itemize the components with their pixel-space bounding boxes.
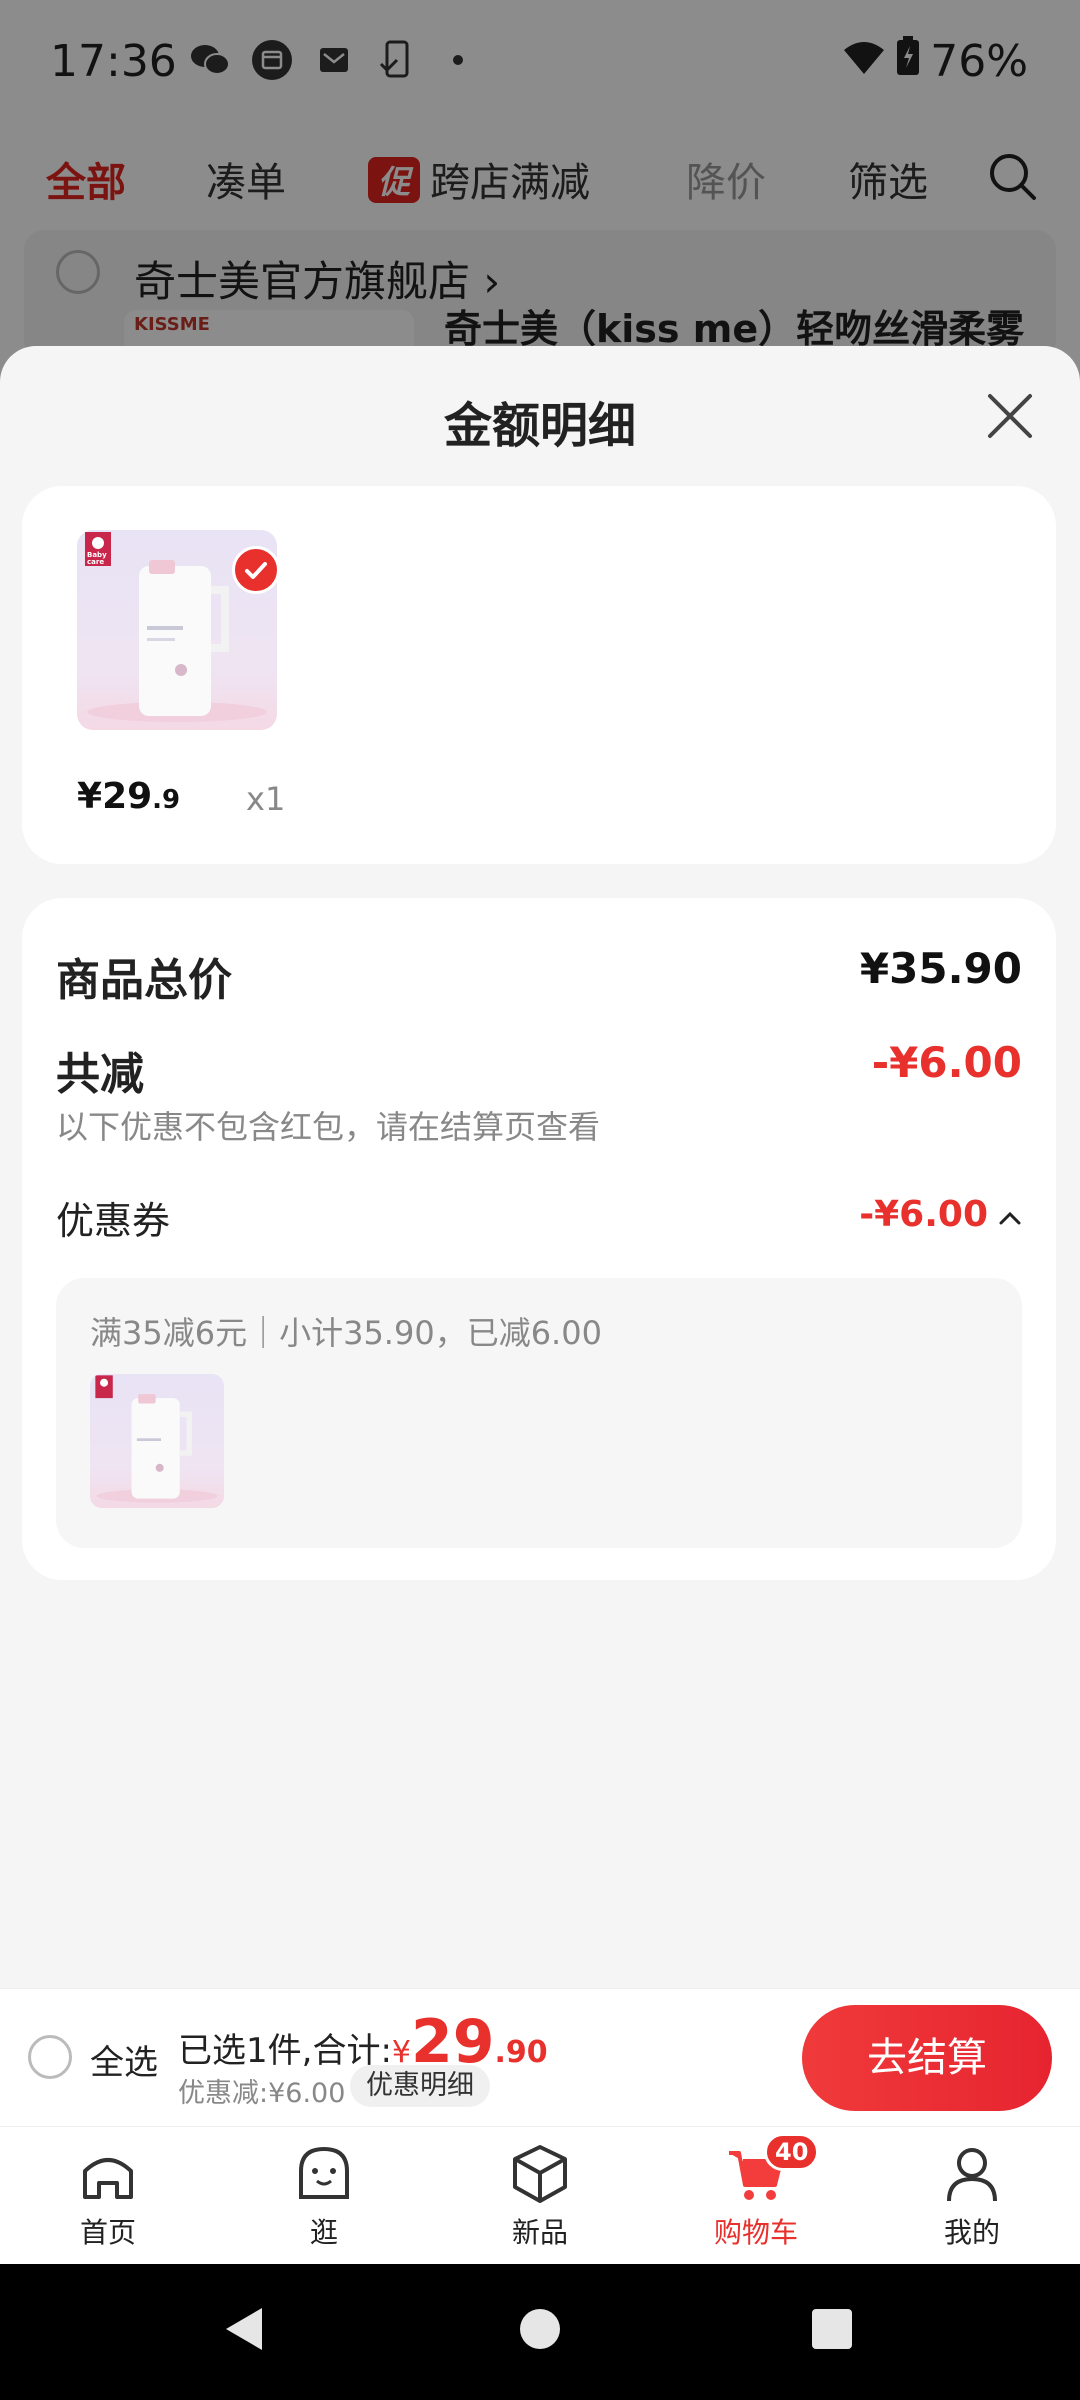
total-label: 商品总价 — [56, 955, 232, 1006]
nav-me[interactable]: 我的 — [902, 2141, 1042, 2251]
nav-browse[interactable]: 逛 — [254, 2141, 394, 2251]
discount-amount: 优惠减:¥6.00 — [178, 2078, 346, 2109]
coupon-label: 优惠券 — [56, 1199, 171, 1243]
nav-cart[interactable]: 40 购物车 — [686, 2133, 826, 2251]
home-icon — [83, 2158, 133, 2199]
checkout-button[interactable]: 去结算 — [802, 2005, 1052, 2111]
select-all-label[interactable]: 全选 — [90, 2035, 158, 2084]
chevron-up-icon — [998, 1194, 1022, 1235]
product-price: ¥29.9 — [77, 776, 181, 817]
nav-home-label: 首页 — [79, 2216, 136, 2249]
back-icon[interactable] — [222, 2304, 266, 2358]
product-quantity: x1 — [246, 780, 286, 818]
close-icon[interactable] — [984, 390, 1036, 442]
brand-tag: Baby care — [87, 551, 107, 566]
sheet-header: 金额明细 — [0, 346, 1080, 486]
reduce-note: 以下优惠不包含红包，请在结算页查看 — [56, 1108, 601, 1146]
nav-home[interactable]: 首页 — [38, 2141, 178, 2251]
system-navigation-bar — [0, 2264, 1080, 2400]
reduce-label: 共减 — [56, 1049, 144, 1100]
coupon-description: 满35减6元｜小计35.90，已减6.00 — [90, 1314, 602, 1352]
nav-me-label: 我的 — [943, 2216, 1000, 2249]
amount-detail-sheet: 金额明细 Baby care ¥29.9 x1 商品总价 ¥35.90 共减 -… — [0, 346, 1080, 2264]
recents-icon[interactable] — [810, 2304, 854, 2358]
browse-icon — [299, 2146, 349, 2199]
price-detail-card: 商品总价 ¥35.90 共减 -¥6.00 以下优惠不包含红包，请在结算页查看 … — [22, 898, 1056, 1580]
box-icon — [513, 2145, 567, 2203]
nav-cart-label: 购物车 — [713, 2216, 798, 2249]
discount-detail-button[interactable]: 优惠明细 — [350, 2065, 490, 2107]
nav-new[interactable]: 新品 — [470, 2141, 610, 2251]
selected-check-icon — [232, 546, 277, 594]
reduce-value: -¥6.00 — [871, 1038, 1022, 1087]
home-button-icon[interactable] — [518, 2304, 562, 2358]
nav-browse-label: 逛 — [309, 2216, 338, 2249]
coupon-toggle[interactable]: -¥6.00 — [859, 1194, 1022, 1235]
total-value: ¥35.90 — [859, 944, 1022, 993]
checkout-bar: 全选 已选1件,合计:¥29.90 优惠减:¥6.00 优惠明细 去结算 — [0, 1988, 1080, 2126]
coupon-value: -¥6.00 — [859, 1194, 988, 1235]
user-icon — [947, 2148, 997, 2202]
cart-count-badge: 40 — [764, 2133, 820, 2171]
products-card: Baby care ¥29.9 x1 — [22, 486, 1056, 864]
bottom-nav: 首页 逛 新品 40 购物车 我的 — [0, 2126, 1080, 2264]
coupon-product-thumb[interactable] — [90, 1374, 224, 1508]
nav-new-label: 新品 — [511, 2216, 568, 2249]
product-image[interactable]: Baby care — [77, 530, 277, 730]
coupon-detail-box: 满35减6元｜小计35.90，已减6.00 — [56, 1278, 1022, 1548]
select-all-radio[interactable] — [28, 2035, 72, 2079]
sheet-title: 金额明细 — [443, 398, 636, 454]
